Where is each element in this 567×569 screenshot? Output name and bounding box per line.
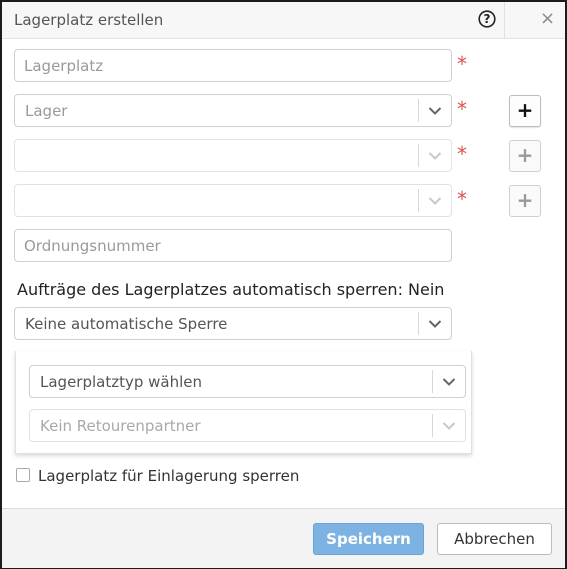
storage-type-select-value: Lagerplatztyp wählen (40, 372, 203, 391)
warehouse-select[interactable]: Lager (14, 94, 452, 127)
add-sub-location-2-button[interactable]: + (509, 185, 541, 217)
storage-type-select[interactable]: Lagerplatztyp wählen (29, 365, 466, 398)
chevron-down-icon (428, 319, 442, 328)
svg-text:?: ? (484, 12, 491, 26)
required-marker: * (457, 97, 467, 121)
select-separator (432, 370, 433, 393)
required-marker: * (457, 142, 467, 166)
lock-storage-checkbox-label[interactable]: Lagerplatz für Einlagerung sperren (38, 467, 299, 485)
select-separator (418, 144, 419, 167)
select-separator (418, 312, 419, 335)
chevron-down-icon (442, 421, 456, 430)
return-partner-select[interactable]: Kein Retourenpartner (29, 409, 466, 442)
required-marker: * (457, 187, 467, 211)
auto-lock-select-value: Keine automatische Sperre (25, 314, 228, 333)
return-partner-select-value: Kein Retourenpartner (40, 416, 201, 435)
close-icon[interactable]: × (540, 8, 555, 29)
chevron-down-icon (428, 196, 442, 205)
order-number-input[interactable] (15, 230, 451, 261)
storage-type-panel: Lagerplatztyp wählen Kein Retourenpartne… (15, 351, 472, 454)
required-marker: * (457, 52, 467, 76)
auto-lock-select[interactable]: Keine automatische Sperre (14, 307, 452, 340)
dialog-titlebar: Lagerplatz erstellen ? × (2, 2, 565, 39)
select-separator (418, 99, 419, 122)
storage-location-input[interactable] (15, 50, 451, 81)
chevron-down-icon (428, 106, 442, 115)
save-button[interactable]: Speichern (313, 523, 424, 555)
dialog-title: Lagerplatz erstellen (14, 11, 164, 29)
help-icon[interactable]: ? (478, 10, 496, 28)
cancel-button[interactable]: Abbrechen (437, 523, 552, 555)
dialog-footer: Speichern Abbrechen (2, 508, 565, 568)
create-storage-location-dialog: Lagerplatz erstellen ? × * Lager * + * +… (0, 0, 567, 569)
chevron-down-icon (442, 377, 456, 386)
titlebar-separator (504, 2, 505, 38)
add-sub-location-1-button[interactable]: + (509, 140, 541, 172)
storage-location-field (14, 49, 452, 82)
sub-location-select-2[interactable] (14, 184, 452, 217)
lock-storage-checkbox[interactable] (16, 468, 30, 482)
select-separator (418, 189, 419, 212)
warehouse-select-value: Lager (25, 101, 68, 120)
auto-lock-label: Aufträge des Lagerplatzes automatisch sp… (17, 280, 445, 299)
chevron-down-icon (428, 151, 442, 160)
order-number-field (14, 229, 452, 262)
select-separator (432, 414, 433, 437)
sub-location-select-1[interactable] (14, 139, 452, 172)
add-warehouse-button[interactable]: + (509, 95, 541, 127)
